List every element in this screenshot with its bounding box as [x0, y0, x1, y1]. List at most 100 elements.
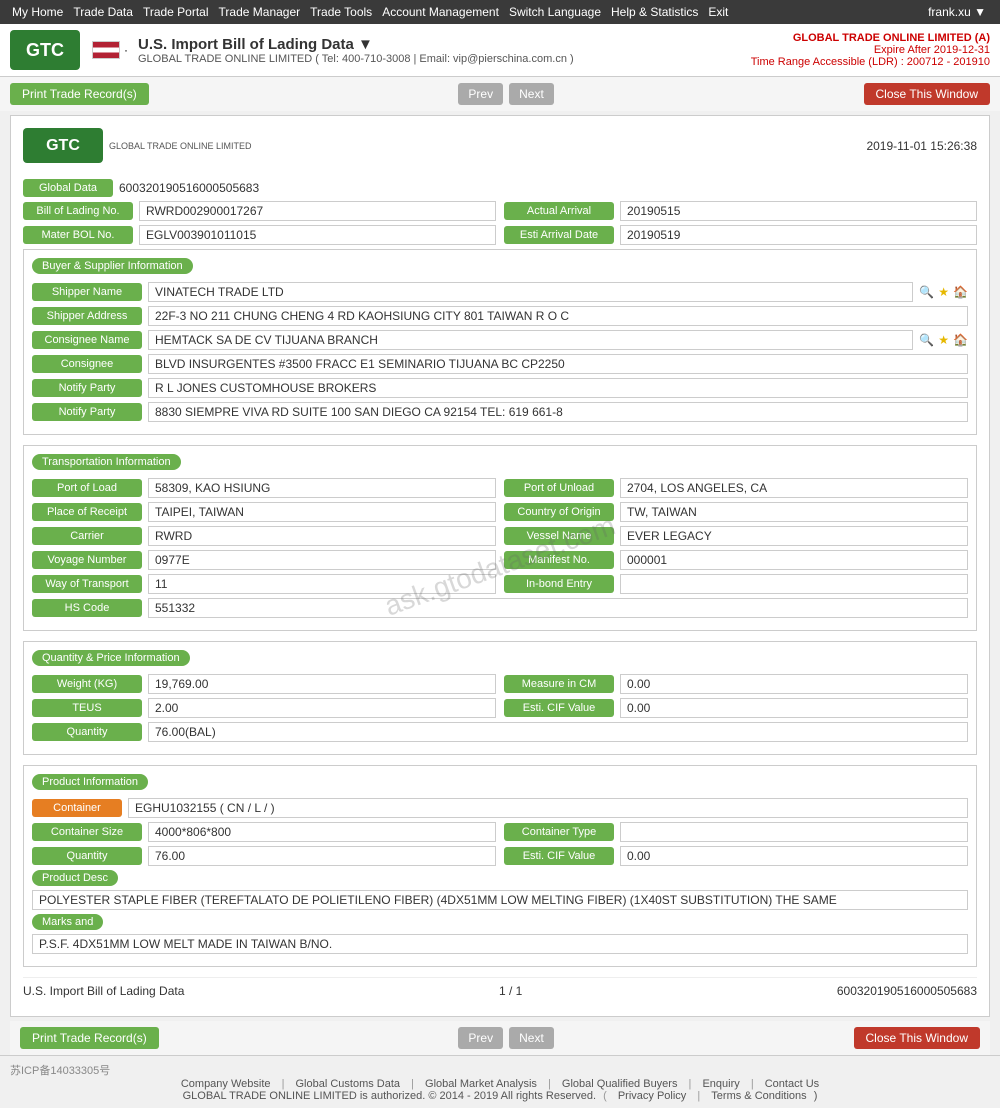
- footer-terms[interactable]: Terms & Conditions: [711, 1090, 806, 1102]
- footer-contact-us[interactable]: Contact Us: [765, 1078, 819, 1090]
- esti-cif-col: Esti. CIF Value 0.00: [504, 698, 968, 718]
- header-bar: GTC · U.S. Import Bill of Lading Data ▼ …: [0, 24, 1000, 77]
- nav-my-home[interactable]: My Home: [8, 5, 67, 19]
- product-quantity-col: Quantity 76.00: [32, 846, 496, 866]
- print-button-top[interactable]: Print Trade Record(s): [10, 83, 149, 105]
- nav-user[interactable]: frank.xu ▼: [924, 5, 990, 19]
- shipper-home-icon[interactable]: 🏠: [953, 285, 968, 299]
- footer-privacy-policy[interactable]: Privacy Policy: [618, 1090, 686, 1102]
- toolbar-left: Print Trade Record(s): [10, 83, 149, 105]
- carrier-label: Carrier: [32, 527, 142, 545]
- shipper-address-row: Shipper Address 22F-3 NO 211 CHUNG CHENG…: [32, 306, 968, 326]
- shipper-name-label: Shipper Name: [32, 283, 142, 301]
- footer-customs-data[interactable]: Global Customs Data: [296, 1078, 401, 1090]
- teus-col: TEUS 2.00: [32, 698, 496, 718]
- container-size-label: Container Size: [32, 823, 142, 841]
- top-toolbar: Print Trade Record(s) Prev Next Close Th…: [0, 77, 1000, 111]
- header-subtitle: GLOBAL TRADE ONLINE LIMITED ( Tel: 400-7…: [138, 53, 751, 65]
- actual-arrival-label: Actual Arrival: [504, 202, 614, 220]
- footer-qualified-buyers[interactable]: Global Qualified Buyers: [562, 1078, 678, 1090]
- hs-code-value: 551332: [148, 598, 968, 618]
- carrier-col: Carrier RWRD: [32, 526, 496, 546]
- voyage-number-value: 0977E: [148, 550, 496, 570]
- prev-button-top[interactable]: Prev: [458, 83, 503, 105]
- main-content: GTC GLOBAL TRADE ONLINE LIMITED 2019-11-…: [10, 115, 990, 1017]
- way-of-transport-col: Way of Transport 11: [32, 574, 496, 594]
- weight-kg-value: 19,769.00: [148, 674, 496, 694]
- transport-bond-row: Way of Transport 11 In-bond Entry: [32, 574, 968, 594]
- shipper-search-icon[interactable]: 🔍: [919, 285, 934, 299]
- carrier-value: RWRD: [148, 526, 496, 546]
- record-footer-right: 600320190516000505683: [837, 984, 977, 998]
- product-desc-value: POLYESTER STAPLE FIBER (TEREFTALATO DE P…: [32, 890, 968, 910]
- site-footer: 苏ICP备14033305号 Company Website | Global …: [0, 1055, 1000, 1108]
- nav-trade-tools[interactable]: Trade Tools: [306, 5, 376, 19]
- time-range: Time Range Accessible (LDR) : 200712 - 2…: [751, 56, 990, 68]
- mater-bol-col: Mater BOL No. EGLV003901011015: [23, 225, 496, 245]
- measure-in-cm-value: 0.00: [620, 674, 968, 694]
- manifest-no-col: Manifest No. 000001: [504, 550, 968, 570]
- weight-kg-col: Weight (KG) 19,769.00: [32, 674, 496, 694]
- place-of-receipt-label: Place of Receipt: [32, 503, 142, 521]
- mater-bol-row: Mater BOL No. EGLV003901011015 Esti Arri…: [23, 225, 977, 245]
- consignee-search-icon[interactable]: 🔍: [919, 333, 934, 347]
- record-footer-left: U.S. Import Bill of Lading Data: [23, 984, 184, 998]
- next-button-bottom[interactable]: Next: [509, 1027, 554, 1049]
- print-button-bottom[interactable]: Print Trade Record(s): [20, 1027, 159, 1049]
- consignee-home-icon[interactable]: 🏠: [953, 333, 968, 347]
- nav-trade-data[interactable]: Trade Data: [69, 5, 137, 19]
- port-of-load-label: Port of Load: [32, 479, 142, 497]
- vessel-name-col: Vessel Name EVER LEGACY: [504, 526, 968, 546]
- page-title[interactable]: U.S. Import Bill of Lading Data ▼: [138, 36, 751, 53]
- bol-value: RWRD002900017267: [139, 201, 496, 221]
- container-size-type-row: Container Size 4000*806*800 Container Ty…: [32, 822, 968, 842]
- nav-trade-portal[interactable]: Trade Portal: [139, 5, 213, 19]
- shipper-address-label: Shipper Address: [32, 307, 142, 325]
- carrier-vessel-row: Carrier RWRD Vessel Name EVER LEGACY: [32, 526, 968, 546]
- next-button-top[interactable]: Next: [509, 83, 554, 105]
- footer-market-analysis[interactable]: Global Market Analysis: [425, 1078, 537, 1090]
- prev-button-bottom[interactable]: Prev: [458, 1027, 503, 1049]
- bol-col: Bill of Lading No. RWRD002900017267: [23, 201, 496, 221]
- mater-bol-value: EGLV003901011015: [139, 225, 496, 245]
- quantity-price-section: Quantity & Price Information Weight (KG)…: [23, 641, 977, 755]
- way-of-transport-label: Way of Transport: [32, 575, 142, 593]
- footer-company-website[interactable]: Company Website: [181, 1078, 271, 1090]
- port-of-load-value: 58309, KAO HSIUNG: [148, 478, 496, 498]
- port-of-unload-value: 2704, LOS ANGELES, CA: [620, 478, 968, 498]
- esti-cif-label: Esti. CIF Value: [504, 699, 614, 717]
- quantity-value: 76.00(BAL): [148, 722, 968, 742]
- manifest-no-value: 000001: [620, 550, 968, 570]
- shipper-name-row: Shipper Name VINATECH TRADE LTD 🔍 ★ 🏠: [32, 282, 968, 302]
- global-data-label: Global Data: [23, 179, 113, 197]
- nav-switch-language[interactable]: Switch Language: [505, 5, 605, 19]
- buyer-supplier-section: Buyer & Supplier Information Shipper Nam…: [23, 249, 977, 435]
- quantity-label: Quantity: [32, 723, 142, 741]
- expire-date: Expire After 2019-12-31: [751, 44, 990, 56]
- nav-exit[interactable]: Exit: [704, 5, 732, 19]
- record-logo-text: GTC: [46, 137, 80, 155]
- product-section: Product Information Container EGHU103215…: [23, 765, 977, 967]
- close-button-bottom[interactable]: Close This Window: [854, 1027, 980, 1049]
- container-row: Container EGHU1032155 ( CN / L / ): [32, 798, 968, 818]
- nav-help-statistics[interactable]: Help & Statistics: [607, 5, 702, 19]
- weight-measure-row: Weight (KG) 19,769.00 Measure in CM 0.00: [32, 674, 968, 694]
- port-row: Port of Load 58309, KAO HSIUNG Port of U…: [32, 478, 968, 498]
- container-type-col: Container Type: [504, 822, 968, 842]
- actual-arrival-value: 20190515: [620, 201, 977, 221]
- shipper-star-icon[interactable]: ★: [938, 285, 949, 299]
- footer-enquiry[interactable]: Enquiry: [702, 1078, 739, 1090]
- container-label: Container: [32, 799, 122, 817]
- close-button-top[interactable]: Close This Window: [864, 83, 990, 105]
- marks-value: P.S.F. 4DX51MM LOW MELT MADE IN TAIWAN B…: [32, 934, 968, 954]
- nav-trade-manager[interactable]: Trade Manager: [215, 5, 305, 19]
- product-cif-label: Esti. CIF Value: [504, 847, 614, 865]
- measure-in-cm-label: Measure in CM: [504, 675, 614, 693]
- notify-party-value2: 8830 SIEMPRE VIVA RD SUITE 100 SAN DIEGO…: [148, 402, 968, 422]
- record-footer: U.S. Import Bill of Lading Data 1 / 1 60…: [23, 977, 977, 1004]
- consignee-star-icon[interactable]: ★: [938, 333, 949, 347]
- esti-arrival-col: Esti Arrival Date 20190519: [504, 225, 977, 245]
- shipper-address-value: 22F-3 NO 211 CHUNG CHENG 4 RD KAOHSIUNG …: [148, 306, 968, 326]
- nav-account-management[interactable]: Account Management: [378, 5, 503, 19]
- record-header: GTC GLOBAL TRADE ONLINE LIMITED 2019-11-…: [23, 128, 977, 169]
